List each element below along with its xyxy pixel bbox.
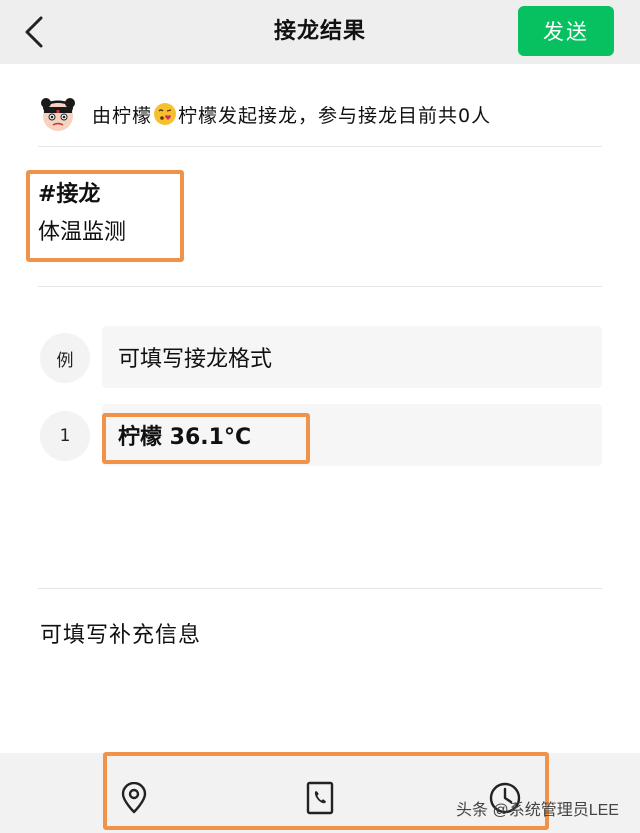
- topic-title[interactable]: 体温监测: [38, 214, 126, 246]
- initiator-row: 由柠檬 柠檬发起接龙，参与接龙目前共0人: [38, 92, 491, 136]
- entry-index-example: 例: [40, 333, 90, 383]
- initiator-suffix: 柠檬发起接龙，参与接龙目前共0人: [178, 104, 492, 127]
- divider: [38, 286, 602, 287]
- kiss-emoji-icon: [154, 103, 177, 125]
- initiator-text: 由柠檬 柠檬发起接龙，参与接龙目前共0人: [92, 101, 491, 128]
- entry-field-1[interactable]: 柠檬 36.1°C: [102, 404, 602, 466]
- send-button[interactable]: 发送: [518, 6, 614, 56]
- avatar[interactable]: [38, 94, 78, 134]
- location-button[interactable]: [114, 778, 154, 818]
- nav-header: 接龙结果 发送: [0, 0, 640, 64]
- watermark: 头条 @系统管理员LEE: [456, 802, 619, 819]
- entry-index-1: 1: [40, 411, 90, 461]
- divider: [38, 146, 602, 147]
- location-icon: [121, 782, 147, 814]
- divider: [38, 588, 602, 589]
- phone-icon: [306, 781, 334, 815]
- topic-tag[interactable]: #接龙: [38, 176, 100, 208]
- initiator-prefix: 由柠檬: [92, 104, 153, 127]
- supplement-input[interactable]: 可填写补充信息: [40, 617, 201, 649]
- phone-button[interactable]: [300, 778, 340, 818]
- entry-field-example[interactable]: 可填写接龙格式: [102, 326, 602, 388]
